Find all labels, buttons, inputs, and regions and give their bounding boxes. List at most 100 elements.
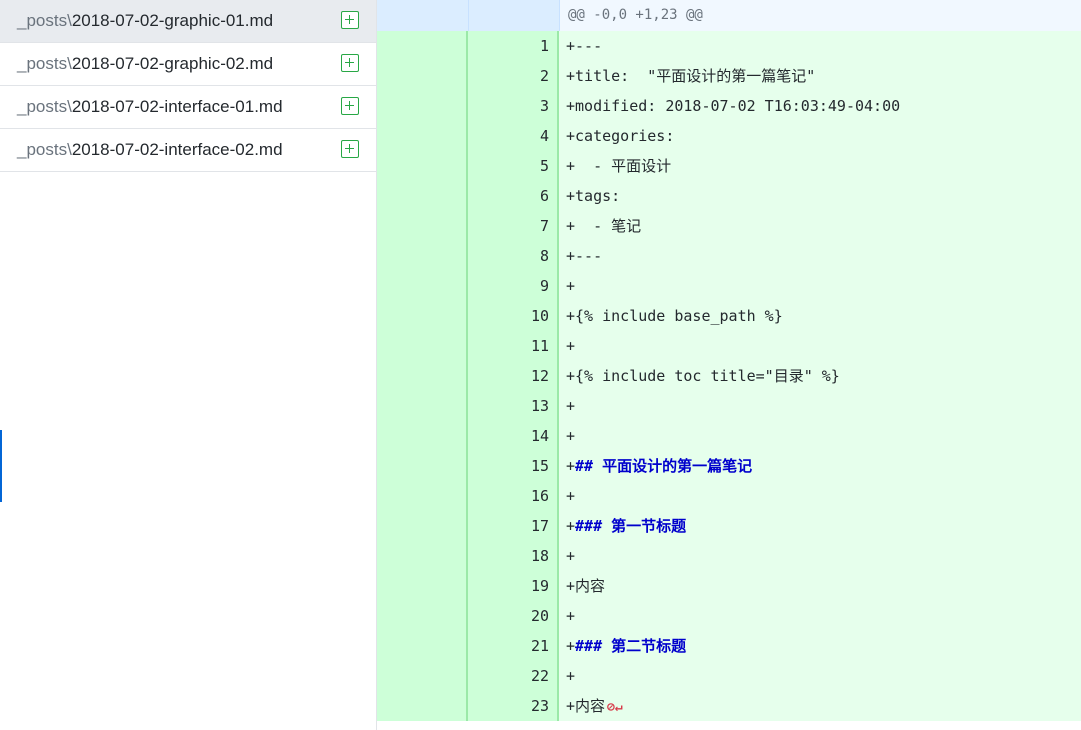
diff-add-prefix: +	[566, 637, 576, 655]
diff-line: 16 +	[377, 481, 1081, 511]
diff-line: 1 +---	[377, 31, 1081, 61]
old-line-number	[377, 451, 468, 481]
code-text: ---	[575, 37, 603, 55]
file-list-item[interactable]: _posts\ 2018-07-02-interface-02.md	[0, 129, 376, 172]
code-text: {% include toc title="目录" %}	[575, 367, 840, 385]
code-line: +### 第二节标题	[559, 631, 1081, 661]
old-line-number	[377, 31, 468, 61]
file-directory: _posts\	[17, 97, 72, 116]
diff-line: 19 +内容	[377, 571, 1081, 601]
file-directory: _posts\	[17, 11, 72, 30]
old-line-number	[377, 181, 468, 211]
file-list-item[interactable]: _posts\ 2018-07-02-interface-01.md	[0, 86, 376, 129]
diff-add-prefix: +	[566, 457, 576, 475]
code-text: categories:	[575, 127, 675, 145]
diff-add-prefix: +	[566, 97, 576, 115]
new-line-number: 4	[468, 121, 559, 151]
code-line: +categories:	[559, 121, 1081, 151]
file-name: 2018-07-02-graphic-01.md	[71, 11, 274, 30]
old-line-number	[377, 151, 468, 181]
diff-add-prefix: +	[566, 577, 576, 595]
old-line-number	[377, 211, 468, 241]
diff-line: 20 +	[377, 601, 1081, 631]
diff-add-prefix: +	[566, 697, 576, 715]
old-line-number	[377, 271, 468, 301]
code-text: - 笔记	[575, 217, 642, 235]
new-line-number: 11	[468, 331, 559, 361]
diff-line: 18 +	[377, 541, 1081, 571]
diff-add-prefix: +	[566, 427, 576, 445]
new-line-number: 22	[468, 661, 559, 691]
diff-add-prefix: +	[566, 397, 576, 415]
new-line-number: 17	[468, 511, 559, 541]
diff-add-prefix: +	[566, 247, 576, 265]
code-line: +{% include toc title="目录" %}	[559, 361, 1081, 391]
code-line: +	[559, 391, 1081, 421]
code-line: +	[559, 271, 1081, 301]
code-text: tags:	[575, 187, 621, 205]
file-list-item[interactable]: _posts\ 2018-07-02-graphic-02.md	[0, 43, 376, 86]
hunk-header-text: @@ -0,0 +1,23 @@	[559, 0, 1081, 31]
old-line-number	[377, 331, 468, 361]
code-text: - 平面设计	[575, 157, 672, 175]
old-line-number	[377, 571, 468, 601]
new-line-number: 18	[468, 541, 559, 571]
code-line: +	[559, 661, 1081, 691]
diff-add-prefix: +	[566, 667, 576, 685]
code-line: +---	[559, 241, 1081, 271]
code-text: 内容	[575, 697, 606, 715]
diff-line: 8 +---	[377, 241, 1081, 271]
new-line-number: 2	[468, 61, 559, 91]
new-line-number: 6	[468, 181, 559, 211]
code-line: +{% include base_path %}	[559, 301, 1081, 331]
old-line-number	[377, 61, 468, 91]
old-line-number	[377, 601, 468, 631]
diff-add-prefix: +	[566, 517, 576, 535]
hunk-gutter-old	[377, 0, 468, 31]
new-line-number: 8	[468, 241, 559, 271]
new-line-number: 13	[468, 391, 559, 421]
diff-add-prefix: +	[566, 307, 576, 325]
diff-line: 22 +	[377, 661, 1081, 691]
code-line: +modified: 2018-07-02 T16:03:49-04:00	[559, 91, 1081, 121]
code-line: +	[559, 331, 1081, 361]
diff-add-prefix: +	[566, 607, 576, 625]
code-line: +	[559, 541, 1081, 571]
code-line: +内容	[559, 571, 1081, 601]
file-name: 2018-07-02-interface-02.md	[71, 140, 283, 159]
diff-line: 7 + - 笔记	[377, 211, 1081, 241]
diff-add-prefix: +	[566, 217, 576, 235]
diff-line: 3 +modified: 2018-07-02 T16:03:49-04:00	[377, 91, 1081, 121]
add-file-icon	[341, 11, 359, 29]
code-text: title: "平面设计的第一篇笔记"	[575, 67, 816, 85]
diff-line: 6 +tags:	[377, 181, 1081, 211]
diff-lines: 1 +--- 2 +title: "平面设计的第一篇笔记" 3 +modified: 20…	[377, 31, 1081, 722]
old-line-number	[377, 541, 468, 571]
diff-line: 4 +categories:	[377, 121, 1081, 151]
code-line: +---	[559, 31, 1081, 61]
markdown-heading-text: ### 第一节标题	[575, 517, 687, 535]
diff-line: 10 +{% include base_path %}	[377, 301, 1081, 331]
code-text: ---	[575, 247, 603, 265]
diff-add-prefix: +	[566, 187, 576, 205]
diff-line: 5 + - 平面设计	[377, 151, 1081, 181]
diff-line: 14 +	[377, 421, 1081, 451]
diff-line: 23 +内容 ⊘↵	[377, 691, 1081, 721]
new-line-number: 9	[468, 271, 559, 301]
code-text: modified: 2018-07-02 T16:03:49-04:00	[575, 97, 901, 115]
old-line-number	[377, 421, 468, 451]
new-line-number: 19	[468, 571, 559, 601]
diff-line: 21 +### 第二节标题	[377, 631, 1081, 661]
file-list-item[interactable]: _posts\ 2018-07-02-graphic-01.md	[0, 0, 376, 43]
code-text: 内容	[575, 577, 606, 595]
new-line-number: 3	[468, 91, 559, 121]
code-line: +tags:	[559, 181, 1081, 211]
code-line: +	[559, 601, 1081, 631]
code-line: + - 笔记	[559, 211, 1081, 241]
file-name: 2018-07-02-graphic-02.md	[71, 54, 274, 73]
add-file-icon	[341, 140, 359, 158]
file-name: 2018-07-02-interface-01.md	[71, 97, 283, 116]
new-line-number: 20	[468, 601, 559, 631]
new-line-number: 21	[468, 631, 559, 661]
markdown-heading-text: ### 第二节标题	[575, 637, 687, 655]
